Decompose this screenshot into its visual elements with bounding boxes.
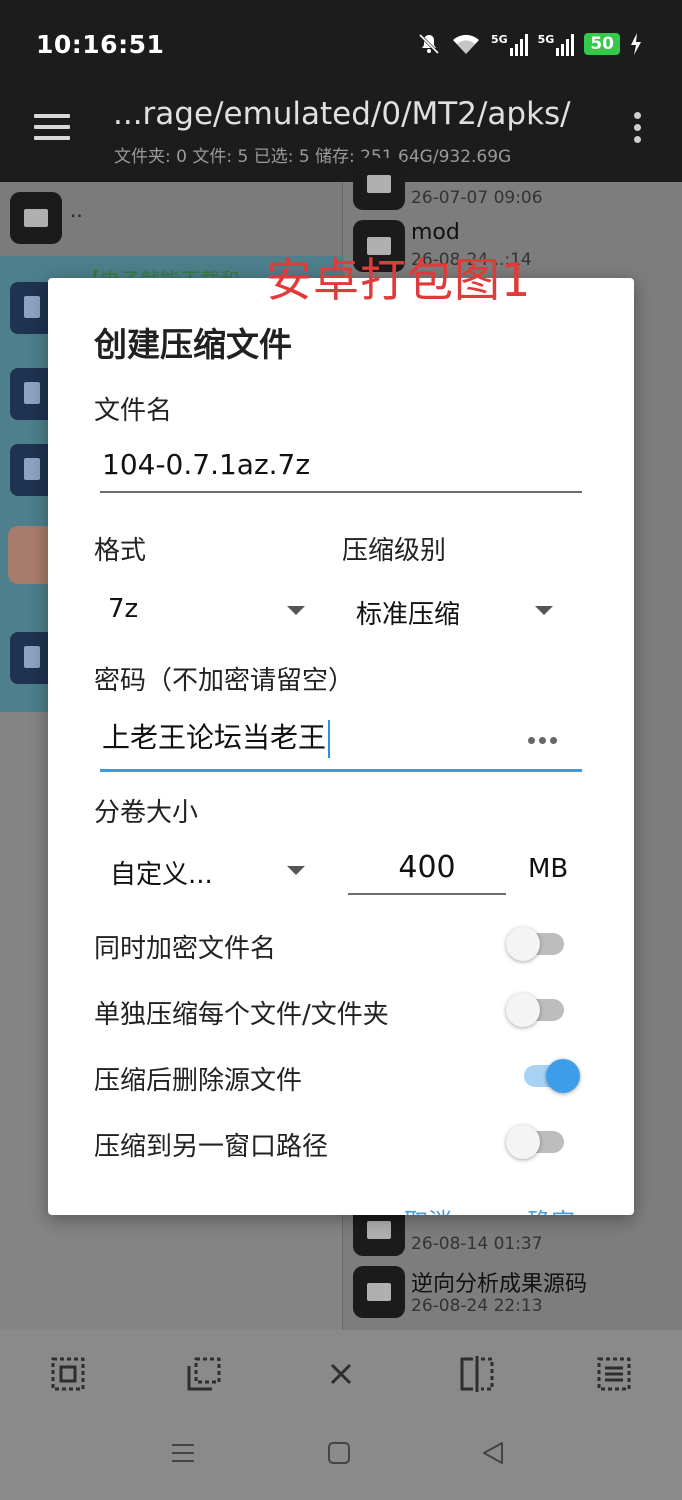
password-label: 密码（不加密请留空） xyxy=(94,666,355,696)
item-name: 逆向分析成果源码 xyxy=(411,1272,588,1297)
password-input[interactable]: 上老王论坛当老王 xyxy=(102,716,331,758)
more-options-icon[interactable] xyxy=(634,112,642,148)
password-underline xyxy=(100,769,582,772)
watermark-text: 安卓打包图1 xyxy=(266,253,532,307)
current-path: ...rage/emulated/0/MT2/apks/ xyxy=(113,96,571,132)
create-archive-dialog: 创建压缩文件 文件名 104-0.7.1az.7z 格式 压缩级别 7z 标准压… xyxy=(48,278,634,1215)
chevron-down-icon[interactable] xyxy=(287,866,305,875)
status-bar: 10:16:51 5G 5G 50 xyxy=(0,0,682,88)
option-compress-each-label: 单独压缩每个文件/文件夹 xyxy=(94,1000,389,1030)
split-unit-label: MB xyxy=(528,854,569,884)
item-date: 26-08-14 01:37 xyxy=(411,1234,543,1254)
option-encrypt-filenames-label: 同时加密文件名 xyxy=(94,934,277,964)
signal-label: 5G xyxy=(537,32,555,46)
close-icon[interactable] xyxy=(323,1356,359,1392)
password-value: 上老王论坛当老王 xyxy=(102,721,327,754)
parent-folder-label: .. xyxy=(70,198,83,222)
split-size-select[interactable]: 自定义... xyxy=(110,854,213,891)
compression-level-select[interactable]: 标准压缩 xyxy=(356,594,460,631)
item-date: 26-08-24 22:13 xyxy=(411,1296,543,1316)
split-size-underline xyxy=(348,893,506,895)
menu-icon[interactable] xyxy=(34,114,70,144)
signal-5g-icon: 5G xyxy=(491,33,528,56)
app-bar: ...rage/emulated/0/MT2/apks/ 文件夹: 0 文件: … xyxy=(0,88,682,182)
password-visibility-icon[interactable] xyxy=(528,730,562,750)
split-size-input[interactable]: 400 xyxy=(348,850,506,885)
dialog-title: 创建压缩文件 xyxy=(94,325,292,364)
folder-icon xyxy=(10,192,62,244)
mute-icon xyxy=(418,33,440,55)
chevron-down-icon[interactable] xyxy=(287,606,305,615)
select-all-icon[interactable] xyxy=(50,1356,86,1392)
ok-button[interactable]: 确定 xyxy=(527,1208,575,1215)
format-label: 格式 xyxy=(94,536,147,566)
folder-icon xyxy=(353,158,405,210)
dialog-actions: 取消 确定 xyxy=(404,1202,575,1215)
system-nav-bar xyxy=(0,1420,682,1500)
menu-nav-icon[interactable] xyxy=(170,1440,196,1466)
select-copy-icon[interactable] xyxy=(186,1356,222,1392)
compression-level-label: 压缩级别 xyxy=(342,536,447,566)
cancel-button[interactable]: 取消 xyxy=(404,1208,452,1215)
home-nav-icon[interactable] xyxy=(327,1440,351,1466)
list-icon[interactable] xyxy=(596,1356,632,1392)
text-cursor xyxy=(328,720,331,758)
filename-label: 文件名 xyxy=(94,396,173,426)
encrypt-filenames-toggle[interactable] xyxy=(506,925,568,961)
split-view-icon[interactable] xyxy=(459,1356,495,1392)
battery-icon: 50 xyxy=(584,33,620,55)
status-time: 10:16:51 xyxy=(36,30,165,59)
charging-icon xyxy=(631,33,641,55)
split-size-label: 分卷大小 xyxy=(94,798,199,828)
item-date: 26-07-07 09:06 xyxy=(411,188,543,208)
wifi-icon xyxy=(452,34,479,54)
filename-underline xyxy=(100,491,582,493)
option-other-window-label: 压缩到另一窗口路径 xyxy=(94,1132,329,1162)
signal-5g-icon: 5G xyxy=(538,33,575,56)
back-nav-icon[interactable] xyxy=(480,1440,506,1466)
item-name: mod xyxy=(411,220,460,245)
folder-info: 文件夹: 0 文件: 5 已选: 5 储存: 251.64G/932.69G xyxy=(114,147,512,167)
bottom-toolbar xyxy=(0,1330,682,1420)
filename-input[interactable]: 104-0.7.1az.7z xyxy=(102,448,310,481)
format-select[interactable]: 7z xyxy=(108,594,138,624)
signal-label: 5G xyxy=(490,32,508,46)
folder-icon xyxy=(353,1266,405,1318)
other-window-toggle[interactable] xyxy=(506,1123,568,1159)
compress-each-toggle[interactable] xyxy=(506,991,568,1027)
status-icons: 5G 5G 50 xyxy=(417,30,642,58)
delete-source-toggle[interactable] xyxy=(520,1057,582,1093)
chevron-down-icon[interactable] xyxy=(535,606,553,615)
option-delete-source-label: 压缩后删除源文件 xyxy=(94,1066,303,1096)
